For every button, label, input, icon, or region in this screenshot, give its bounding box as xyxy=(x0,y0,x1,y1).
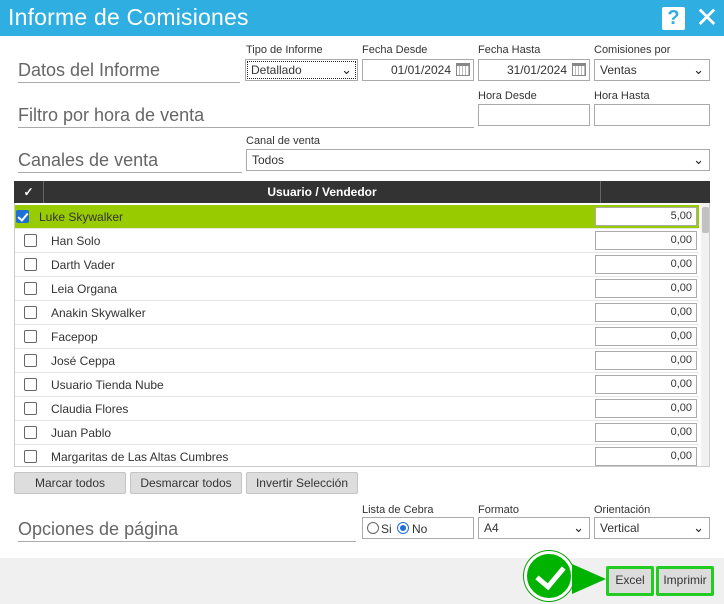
row-user-name: José Ceppa xyxy=(51,354,116,368)
marcar-todos-button[interactable]: Marcar todos xyxy=(14,472,126,494)
fecha-hasta-input[interactable]: 31/01/2024 xyxy=(478,59,590,81)
table-row[interactable]: Juan Pablo 0,00 xyxy=(15,421,699,445)
hora-hasta-label: Hora Hasta xyxy=(594,90,650,102)
formato-select[interactable]: A4 ⌄ xyxy=(478,517,590,539)
invertir-seleccion-button[interactable]: Invertir Selección xyxy=(246,472,358,494)
section-canales-venta: Canales de venta xyxy=(18,150,242,173)
calendar-icon[interactable] xyxy=(572,63,586,76)
grid-scrollbar[interactable] xyxy=(701,203,709,466)
row-checkbox[interactable] xyxy=(24,234,37,247)
select-all-check[interactable]: ✓ xyxy=(14,181,44,203)
table-row[interactable]: Anakin Skywalker 0,00 xyxy=(15,301,699,325)
section-filtro-hora: Filtro por hora de venta xyxy=(18,105,474,128)
row-user-name: Anakin Skywalker xyxy=(51,306,146,320)
fecha-desde-label: Fecha Desde xyxy=(362,44,428,56)
checkmark-icon xyxy=(524,551,574,601)
section-opciones-pagina: Opciones de página xyxy=(18,519,356,542)
grid-header: ✓ Usuario / Vendedor xyxy=(14,181,710,203)
row-commission-input[interactable]: 0,00 xyxy=(595,303,697,322)
chevron-down-icon: ⌄ xyxy=(341,62,352,77)
table-row[interactable]: Luke Skywalker 5,00 xyxy=(15,205,699,229)
row-commission-input[interactable]: 5,00 xyxy=(595,207,697,226)
radio-no[interactable] xyxy=(397,522,409,534)
row-checkbox[interactable] xyxy=(24,450,37,463)
radio-si-label: Si xyxy=(381,522,392,536)
table-row[interactable]: Claudia Flores 0,00 xyxy=(15,397,699,421)
row-commission-input[interactable]: 0,00 xyxy=(595,327,697,346)
row-user-name: Juan Pablo xyxy=(51,426,112,440)
title-bar: Informe de Comisiones ? ✕ xyxy=(0,0,724,36)
chevron-down-icon: ⌄ xyxy=(693,152,704,167)
row-commission-input[interactable]: 0,00 xyxy=(595,423,697,442)
table-row[interactable]: José Ceppa 0,00 xyxy=(15,349,699,373)
section-datos-informe: Datos del Informe xyxy=(18,60,240,83)
radio-no-label: No xyxy=(412,522,428,536)
row-checkbox[interactable] xyxy=(24,282,37,295)
table-row[interactable]: Leia Organa 0,00 xyxy=(15,277,699,301)
row-checkbox[interactable] xyxy=(24,330,37,343)
canal-venta-label: Canal de venta xyxy=(246,135,320,147)
imprimir-button[interactable]: Imprimir xyxy=(656,566,714,596)
desmarcar-todos-button[interactable]: Desmarcar todos xyxy=(130,472,242,494)
radio-si[interactable] xyxy=(367,522,379,534)
column-header-user[interactable]: Usuario / Vendedor xyxy=(44,181,601,203)
row-user-name: Usuario Tienda Nube xyxy=(51,378,164,392)
table-row[interactable]: Margaritas de Las Altas Cumbres 0,00 xyxy=(15,445,699,466)
row-user-name: Leia Organa xyxy=(51,282,118,296)
comisiones-por-select[interactable]: Ventas ⌄ xyxy=(594,59,710,81)
row-user-name: Claudia Flores xyxy=(51,402,129,416)
hora-desde-label: Hora Desde xyxy=(478,90,537,102)
scroll-thumb[interactable] xyxy=(702,207,709,233)
hora-hasta-input[interactable] xyxy=(594,104,710,126)
row-user-name: Darth Vader xyxy=(51,258,115,272)
row-commission-input[interactable]: 0,00 xyxy=(595,231,697,250)
row-commission-input[interactable]: 0,00 xyxy=(595,447,697,466)
close-icon[interactable]: ✕ xyxy=(694,4,720,32)
comisiones-por-label: Comisiones por xyxy=(594,44,671,56)
row-checkbox[interactable] xyxy=(24,258,37,271)
row-checkbox[interactable] xyxy=(24,426,37,439)
user-grid: Margaritas de Las Altas Cumbres 0,00 Juan … xyxy=(14,203,710,467)
table-row[interactable]: Facepop 0,00 xyxy=(15,325,699,349)
row-checkbox[interactable] xyxy=(24,354,37,367)
table-row[interactable]: Darth Vader 0,00 xyxy=(15,253,699,277)
row-commission-input[interactable]: 0,00 xyxy=(595,375,697,394)
row-user-name: Luke Skywalker xyxy=(39,210,124,224)
fecha-hasta-label: Fecha Hasta xyxy=(478,44,541,56)
lista-cebra-radio-group: Si No xyxy=(362,517,474,539)
arrow-pointer-icon xyxy=(572,564,606,594)
orientacion-select[interactable]: Vertical ⌄ xyxy=(594,517,710,539)
orientacion-label: Orientación xyxy=(594,504,651,516)
table-row[interactable]: Usuario Tienda Nube 0,00 xyxy=(15,373,699,397)
window-title: Informe de Comisiones xyxy=(8,4,249,30)
chevron-down-icon: ⌄ xyxy=(573,520,584,535)
excel-button[interactable]: Excel xyxy=(606,566,654,596)
row-user-name: Han Solo xyxy=(51,234,101,248)
chevron-down-icon: ⌄ xyxy=(693,62,704,77)
row-commission-input[interactable]: 0,00 xyxy=(595,255,697,274)
row-commission-input[interactable]: 0,00 xyxy=(595,279,697,298)
chevron-down-icon: ⌄ xyxy=(693,520,704,535)
tipo-informe-label: Tipo de Informe xyxy=(246,44,323,56)
row-checkbox[interactable] xyxy=(24,402,37,415)
formato-label: Formato xyxy=(478,504,519,516)
row-user-name: Facepop xyxy=(51,330,98,344)
lista-cebra-label: Lista de Cebra xyxy=(362,504,434,516)
hora-desde-input[interactable] xyxy=(478,104,590,126)
canal-venta-select[interactable]: Todos ⌄ xyxy=(246,149,710,171)
row-commission-input[interactable]: 0,00 xyxy=(595,399,697,418)
row-checkbox[interactable] xyxy=(24,378,37,391)
row-commission-input[interactable]: 0,00 xyxy=(595,351,697,370)
help-icon[interactable]: ? xyxy=(662,7,685,30)
table-row[interactable]: Han Solo 0,00 xyxy=(15,229,699,253)
row-checkbox[interactable] xyxy=(24,306,37,319)
fecha-desde-input[interactable]: 01/01/2024 xyxy=(362,59,474,81)
row-user-name: Margaritas de Las Altas Cumbres xyxy=(51,450,229,464)
tipo-informe-select[interactable]: Detallado ⌄ xyxy=(245,59,358,81)
calendar-icon[interactable] xyxy=(456,63,470,76)
row-checkbox[interactable] xyxy=(16,210,29,223)
